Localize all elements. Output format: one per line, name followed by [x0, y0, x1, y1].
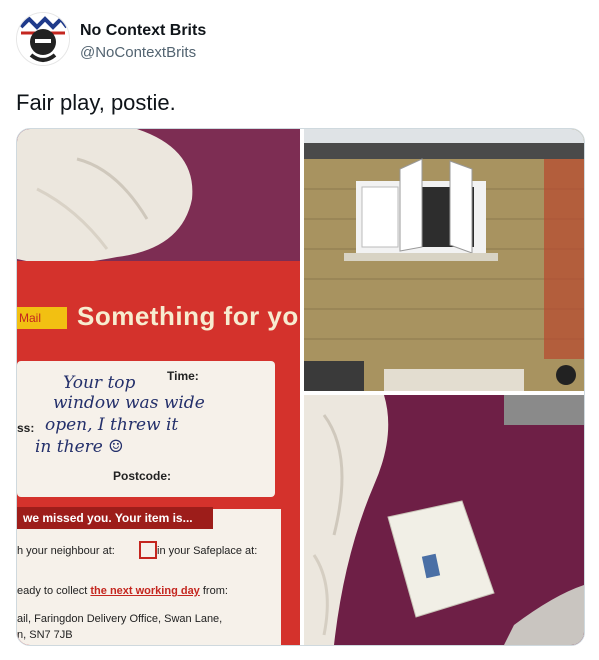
parcel-illustration	[304, 395, 584, 645]
office-line-1: ail, Faringdon Delivery Office, Swan Lan…	[17, 613, 223, 625]
time-label: Time:	[167, 369, 199, 383]
missed-you-banner: we missed you. Your item is...	[17, 507, 213, 529]
checkbox-safeplace	[139, 541, 157, 559]
option-safeplace: in your Safeplace at:	[157, 545, 258, 557]
avatar[interactable]	[16, 12, 70, 66]
collect-suffix: from:	[202, 585, 228, 597]
house-illustration	[304, 129, 584, 391]
handwriting-line-2: window was wide	[53, 393, 205, 413]
option-neighbour: h your neighbour at:	[17, 545, 115, 557]
user-handle[interactable]: @NoContextBrits	[80, 44, 196, 61]
collect-link: the next working day	[90, 585, 200, 597]
tweet-text: Fair play, postie.	[16, 90, 176, 115]
handwriting-line-1: Your top	[63, 373, 136, 393]
profile-picture	[17, 13, 69, 65]
postcode-label: Postcode:	[113, 469, 172, 483]
photo-royal-mail-card[interactable]: Mail Something for yo Time: ss: Your top…	[17, 129, 300, 645]
collect-prefix: eady to collect	[17, 585, 88, 597]
handwriting-line-3: open, I threw it	[45, 415, 179, 435]
royal-mail-logo: Mail	[17, 307, 67, 329]
display-name[interactable]: No Context Brits	[80, 22, 206, 40]
photo-grid: Mail Something for yo Time: ss: Your top…	[16, 128, 585, 646]
duvet-background	[17, 129, 300, 269]
photo-house-window[interactable]	[304, 129, 584, 391]
handwriting-line-4: in there ☺	[35, 437, 124, 457]
address-label: ss:	[17, 421, 35, 435]
photo-parcel-on-bed[interactable]	[304, 395, 584, 645]
card-title: Something for yo	[77, 301, 299, 331]
collect-line: eady to collect the next working day fro…	[17, 585, 228, 597]
office-line-2: n, SN7 7JB	[17, 629, 73, 641]
